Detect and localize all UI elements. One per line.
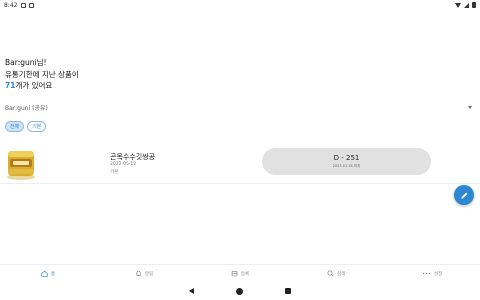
register-icon [231,271,238,277]
nav-register-label: 등록 [240,271,250,277]
nav-search-label: 검색 [336,271,346,277]
wifi-icon [455,2,461,8]
chip-basic[interactable]: 기본 [27,121,47,132]
more-icon [422,272,430,275]
status-bar: 8:42 [0,0,480,10]
bottom-nav: 홈 알림 등록 검색 설정 [0,264,480,282]
nav-settings[interactable]: 설정 [384,265,480,282]
signal-icon [464,2,469,8]
filter-chips: 전체 기본 [5,121,47,132]
search-icon [327,270,334,277]
greeting-user: Bar:guni님! [5,58,47,67]
nav-home-label: 홈 [50,271,56,277]
battery-icon [472,2,476,8]
product-name: 곤목수수깃쌍공 [110,153,156,161]
chip-all[interactable]: 전체 [5,121,25,132]
nav-alerts-label: 알림 [144,271,154,277]
greeting-count-line: 71개가 있어요 [5,80,79,92]
product-group: 기본 [110,170,119,175]
chip-basic-label: 기본 [32,124,42,130]
app-status-icon [29,2,35,8]
recent-apps-icon[interactable] [285,288,291,294]
back-icon[interactable] [189,288,194,294]
bell-icon [136,270,141,277]
edit-fab-button[interactable] [454,185,474,205]
pencil-icon [460,192,467,199]
home-button-icon[interactable] [236,287,243,295]
group-dropdown-value: Bar:guni (공유) [5,104,48,112]
nav-home[interactable]: 홈 [0,265,96,282]
greeting-message: 유통기한에 지난 상품이 [5,69,79,79]
dday-value: D - 251 [333,154,360,162]
status-time: 8:42 [4,1,18,9]
chip-all-label: 전체 [10,124,20,130]
home-icon [41,270,48,277]
group-dropdown[interactable]: Bar:guni (공유) [5,100,475,114]
product-image [7,151,35,180]
expired-count: 71 [5,81,16,90]
greeting-count-suffix: 개가 있어요 [15,81,53,90]
nav-search[interactable]: 검색 [288,265,384,282]
nav-alerts[interactable]: 알림 [96,265,192,282]
nav-register[interactable]: 등록 [192,265,288,282]
dday-date: 2023.01.18 까지 [332,164,361,168]
product-row[interactable]: 곤목수수깃쌍공 2022-05-12 기본 D - 251 2023.01.18… [0,140,480,184]
system-nav-bar [0,282,480,300]
product-date: 2022-05-12 [110,162,137,167]
greeting: Bar:guni님! 유통기한에 지난 상품이 71개가 있어요 [5,57,79,92]
nav-settings-label: 설정 [433,271,443,277]
chevron-down-icon [468,105,472,109]
status-right [455,2,476,8]
notification-icon [21,2,27,8]
dday-badge: D - 251 2023.01.18 까지 [262,148,431,175]
